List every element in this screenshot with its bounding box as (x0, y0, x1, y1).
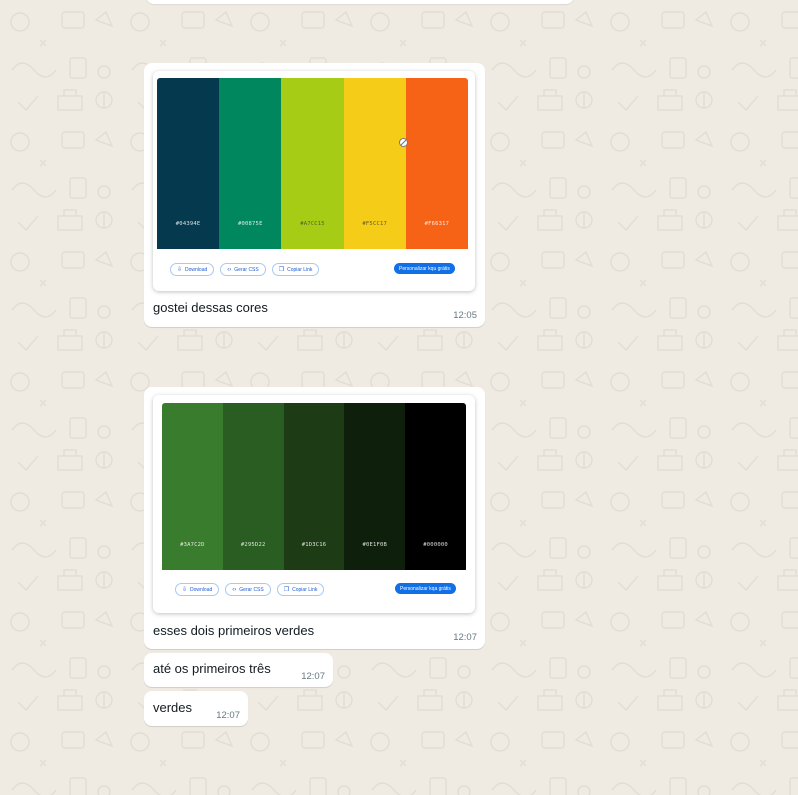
message-caption: esses dois primeiros verdes (153, 623, 315, 638)
palette-swatch: #04394E (157, 78, 220, 249)
message-bubble-text[interactable]: até os primeiros três 12:07 (144, 653, 333, 687)
palette-swatch: #000000 (405, 403, 466, 570)
hex-label: #295D22 (240, 542, 266, 548)
hex-label: #1D3C16 (301, 542, 327, 548)
hex-label: #3A7C2D (180, 542, 205, 548)
hex-label: #F66317 (424, 221, 450, 227)
message-time: 12:07 (301, 671, 325, 682)
palette-swatch: #A7CC15 (281, 78, 344, 249)
palette-image-card[interactable]: #04394E #00875E #A7CC15 #F5CC17 #F66317 … (153, 71, 475, 291)
copy-link-button[interactable]: ❐ Copiar Link (276, 583, 325, 596)
message-time: 12:07 (216, 710, 240, 721)
download-icon: ⇩ (177, 267, 183, 273)
hex-label: #F5CC17 (362, 221, 387, 227)
code-icon: ‹› (227, 266, 232, 273)
color-palette: #3A7C2D #295D22 #1D3C16 #0E1F0B #000000 (162, 403, 466, 570)
download-button[interactable]: ⇩ Download (175, 583, 220, 596)
copy-icon: ❐ (283, 587, 290, 593)
download-button[interactable]: ⇩ Download (170, 263, 215, 276)
download-icon: ⇩ (182, 587, 188, 593)
previous-message-bubble (146, 0, 574, 4)
palette-swatch: #1D3C16 (283, 403, 345, 570)
palette-actions: ⇩ Download ‹› Gerar CSS ❐ Copiar Link (170, 263, 320, 276)
hex-label: #04394E (175, 221, 201, 227)
message-bubble-text[interactable]: verdes 12:07 (144, 691, 248, 726)
message-bubble-image[interactable]: #3A7C2D #295D22 #1D3C16 #0E1F0B #000000 … (144, 387, 485, 649)
palette-swatch: #3A7C2D (162, 403, 223, 570)
customize-button[interactable]: Personalizar kqu grátis (394, 263, 455, 274)
hex-label: #00875E (238, 221, 263, 227)
copy-link-button[interactable]: ❐ Copiar Link (271, 263, 320, 276)
palette-actions: ⇩ Download ‹› Gerar CSS ❐ Copiar Link (175, 583, 325, 596)
message-text: até os primeiros três (153, 661, 271, 676)
copy-icon: ❐ (278, 267, 285, 273)
generate-css-button[interactable]: ‹› Gerar CSS (220, 263, 266, 276)
message-caption: gostei dessas cores (153, 300, 268, 315)
message-time: 12:07 (453, 632, 477, 643)
generate-css-button[interactable]: ‹› Gerar CSS (225, 583, 271, 596)
palette-swatch: #0E1F0B (344, 403, 406, 570)
customize-button[interactable]: Personalizar kqa grátis (395, 583, 456, 594)
palette-swatch: #F66317 (405, 78, 468, 249)
message-bubble-image[interactable]: #04394E #00875E #A7CC15 #F5CC17 #F66317 … (144, 63, 485, 327)
palette-swatch: #00875E (219, 78, 282, 249)
color-palette: #04394E #00875E #A7CC15 #F5CC17 #F66317 (157, 78, 468, 249)
palette-swatch: #F5CC17 (343, 78, 406, 249)
palette-swatch: #295D22 (222, 403, 284, 570)
hex-label: #A7CC15 (300, 221, 325, 227)
hex-label: #000000 (423, 542, 448, 548)
message-time: 12:05 (453, 310, 477, 321)
palette-image-card[interactable]: #3A7C2D #295D22 #1D3C16 #0E1F0B #000000 … (153, 395, 475, 613)
hex-label: #0E1F0B (362, 542, 388, 548)
code-icon: ‹› (232, 586, 237, 593)
message-text: verdes (153, 700, 193, 715)
blocked-cursor-icon (399, 138, 408, 147)
